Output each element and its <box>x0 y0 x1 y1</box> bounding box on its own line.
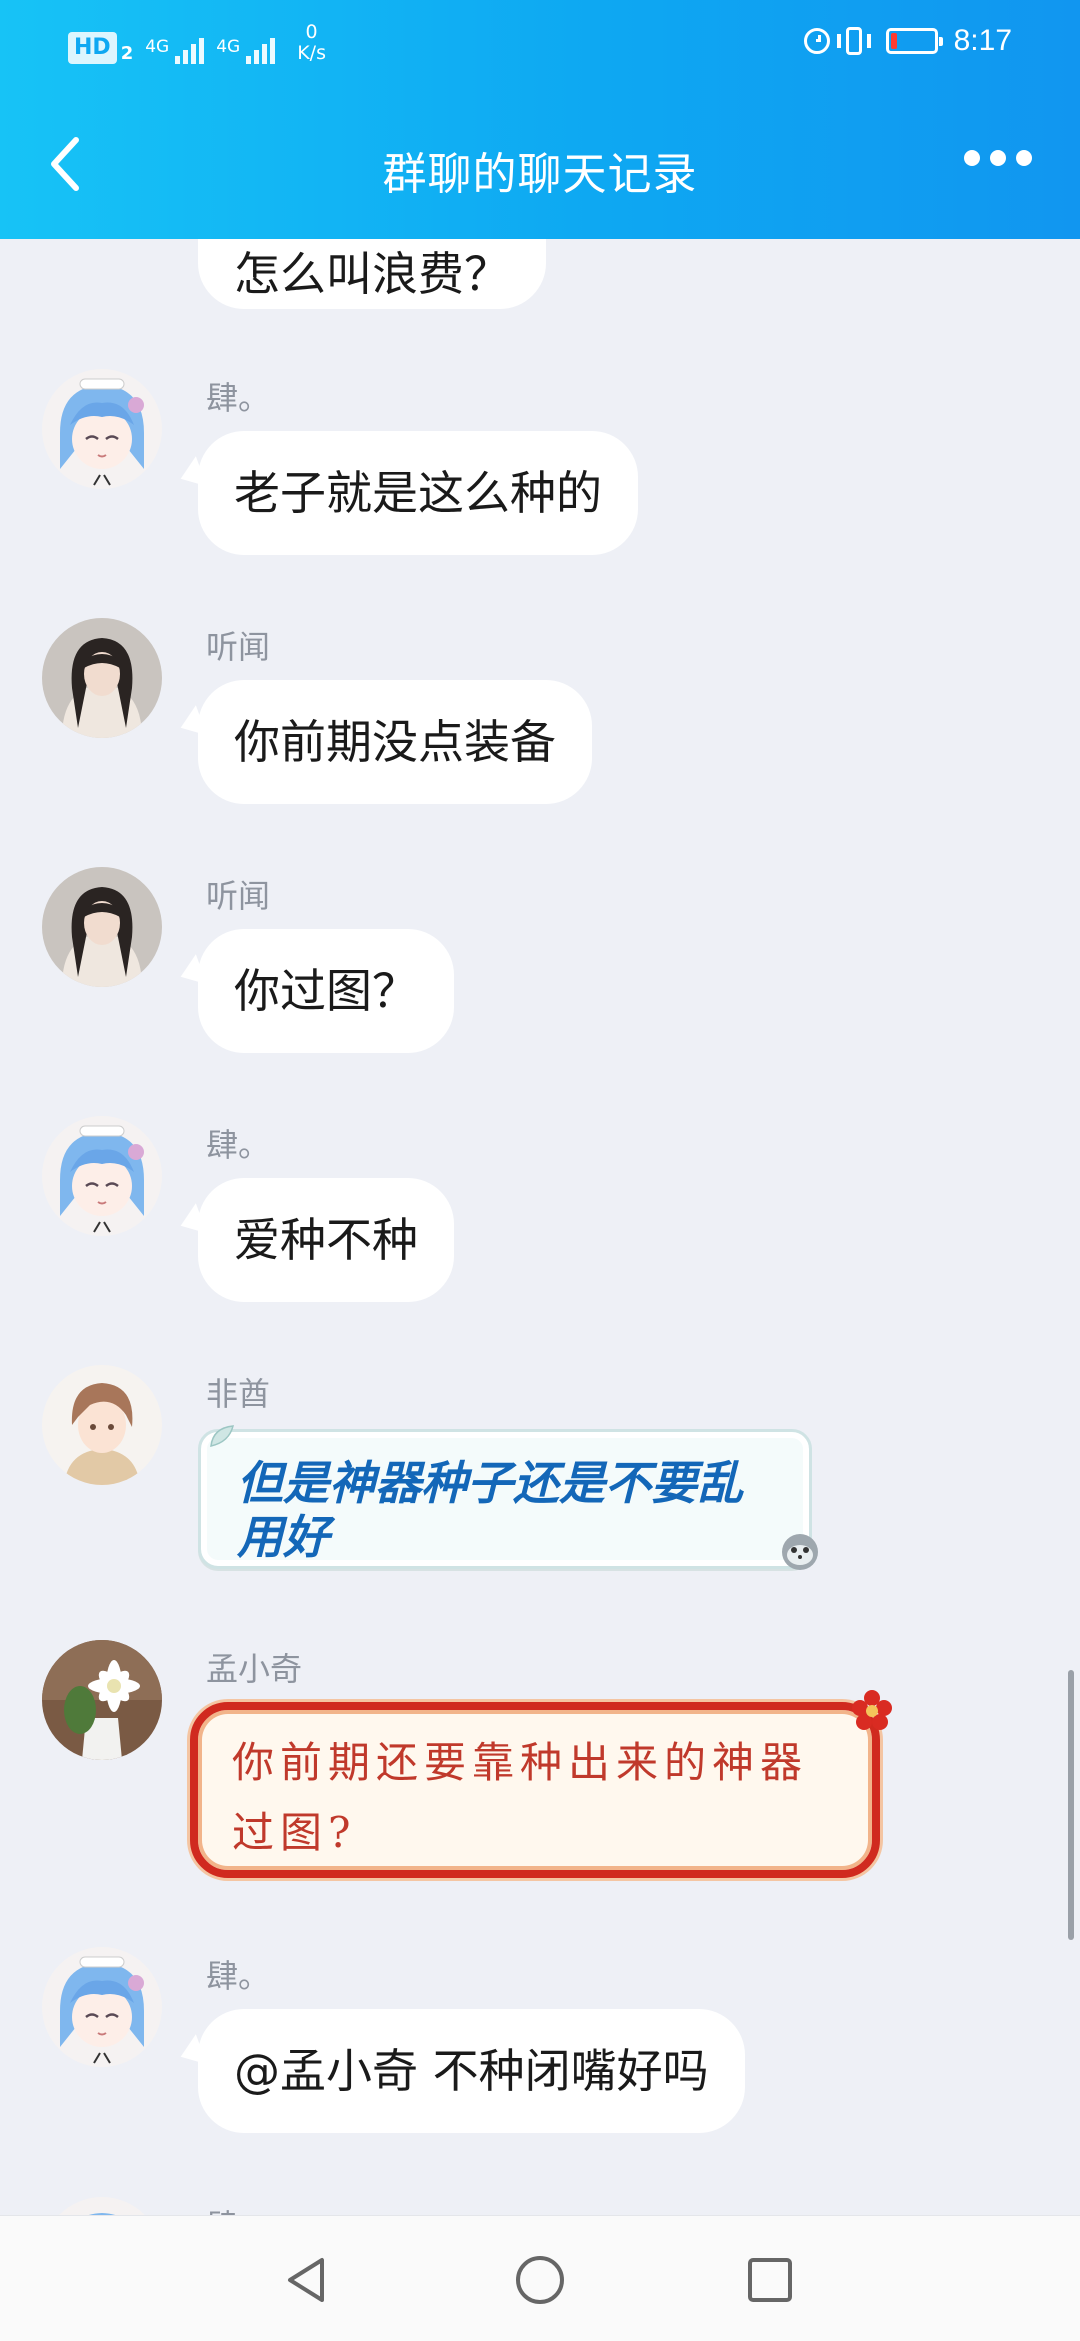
avatar[interactable] <box>42 867 162 987</box>
alarm-icon <box>803 28 830 54</box>
status-bar: HD 2 4G 4G 0 K/s 8:17 <box>0 0 1080 92</box>
network-speed: 0 K/s <box>297 22 326 64</box>
network-speed-value: 0 <box>305 21 318 43</box>
message-bubble[interactable]: 怎么叫浪费？ <box>198 239 546 309</box>
blue-hair-anime-avatar <box>42 1947 162 2067</box>
hd-badge: HD <box>68 32 117 64</box>
chat-history-list[interactable]: 怎么叫浪费？ 肆。 老子就是这么种的 听闻 你前期没点装备 听闻 你过图？ 肆。… <box>0 239 1080 2215</box>
header: HD 2 4G 4G 0 K/s 8:17 群聊的聊天记录 <box>0 0 1080 239</box>
blue-hair-anime-avatar <box>42 1116 162 1236</box>
sender-name: 肆。 <box>206 1126 271 1164</box>
sender-name: 肆。 <box>206 379 271 417</box>
avatar[interactable] <box>42 1365 162 1485</box>
message-bubble[interactable]: 爱种不种 <box>198 1178 454 1302</box>
triangle-back-icon <box>288 2258 324 2302</box>
more-button[interactable] <box>964 150 1032 166</box>
status-left: HD 2 4G 4G 0 K/s <box>68 22 326 64</box>
avatar[interactable] <box>42 1947 162 2067</box>
message-text: 你前期还要靠种出来的神器过图? <box>232 1738 809 1857</box>
sender-name: 听闻 <box>206 628 271 666</box>
square-recent-icon <box>748 2258 792 2302</box>
message-text: 但是神器种子还是不要乱用好 <box>237 1456 743 1564</box>
girl-photo-avatar <box>42 867 162 987</box>
blue-hair-anime-avatar <box>42 2197 162 2215</box>
message-bubble[interactable]: 你过图？ <box>198 929 454 1053</box>
nav-recent-button[interactable] <box>744 2254 796 2310</box>
avatar[interactable] <box>42 369 162 489</box>
message-bubble[interactable]: 你前期还要靠种出来的神器过图? <box>190 1690 892 1878</box>
title-bar: 群聊的聊天记录 <box>0 110 1080 220</box>
signal-icon: 4G <box>216 38 276 64</box>
avatar[interactable] <box>42 1116 162 1236</box>
flower-ornament-icon <box>852 1690 892 1730</box>
signal-icon: 4G <box>145 38 205 64</box>
anime-boy-avatar <box>42 1365 162 1485</box>
scrollbar[interactable] <box>1068 1670 1074 1940</box>
nav-home-button[interactable] <box>514 2254 566 2310</box>
avatar[interactable] <box>42 2197 162 2215</box>
blue-hair-anime-avatar <box>42 369 162 489</box>
more-dots-icon <box>964 150 980 166</box>
sender-name: 肆。 <box>206 1957 271 1995</box>
message-bubble[interactable]: 你前期没点装备 <box>198 680 592 804</box>
circle-home-icon <box>516 2256 564 2304</box>
clock: 8:17 <box>953 24 1012 57</box>
status-right: 8:17 <box>803 24 1012 58</box>
leaf-corner-icon <box>210 1425 234 1447</box>
battery-icon <box>885 28 943 54</box>
cactus-flower-avatar <box>42 1640 162 1760</box>
avatar[interactable] <box>42 1640 162 1760</box>
message-bubble[interactable]: 老子就是这么种的 <box>198 431 638 555</box>
sender-name: 非酋 <box>206 1375 271 1413</box>
message-bubble[interactable]: 但是神器种子还是不要乱用好 <box>198 1425 818 1570</box>
vibrate-icon <box>836 27 871 55</box>
raccoon-sticker-icon <box>782 1534 818 1570</box>
system-nav-bar <box>0 2215 1080 2341</box>
page-title: 群聊的聊天记录 <box>382 149 698 200</box>
girl-photo-avatar <box>42 618 162 738</box>
sender-name: 孟小奇 <box>206 1650 303 1688</box>
avatar[interactable] <box>42 618 162 738</box>
message-bubble[interactable]: @孟小奇 不种闭嘴好吗 <box>198 2009 745 2133</box>
network-speed-unit: K/s <box>297 42 326 64</box>
sender-name: 听闻 <box>206 877 271 915</box>
hd-sub-label: 2 <box>120 43 134 64</box>
nav-back-button[interactable] <box>282 2254 334 2310</box>
sender-name: 肆 <box>206 2201 238 2215</box>
